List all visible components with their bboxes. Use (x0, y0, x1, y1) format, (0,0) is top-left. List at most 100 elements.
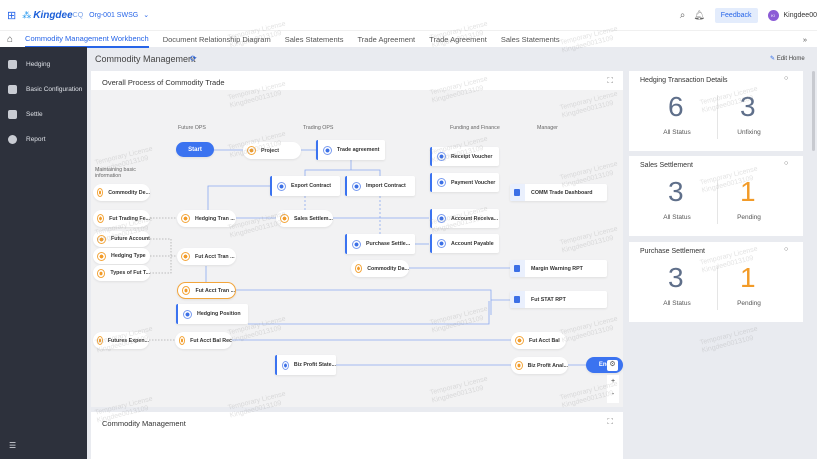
node-label: Trade agreement (337, 147, 380, 153)
process-op-icon (280, 214, 289, 223)
process-node[interactable]: Types of Fut T... (93, 265, 150, 281)
process-node[interactable]: Fut STAT RPT (510, 291, 607, 308)
process-node[interactable]: Commodity Da... (351, 260, 409, 277)
node-label: Account Receiva... (451, 215, 499, 222)
sidebar-item-settle[interactable]: Settle (0, 102, 87, 127)
cube-icon (8, 85, 17, 94)
node-label: Fut Acct Bal Rec (190, 337, 232, 344)
node-label: Commodity Da... (367, 265, 409, 272)
bottom-panel-title: Commodity Management (102, 419, 186, 428)
tab-document-diagram[interactable]: Document Relationship Diagram (163, 32, 271, 47)
settings-icon[interactable]: ⚙ (607, 360, 618, 371)
node-label: Purchase Settle... (366, 241, 411, 247)
sidebar: Hedging Basic Configuration Settle Repor… (0, 47, 87, 459)
user-name[interactable]: Kingdee00 (784, 12, 817, 19)
avatar[interactable]: KI (767, 9, 779, 21)
cube-icon (8, 60, 17, 69)
sidebar-item-report[interactable]: Report (0, 127, 87, 152)
refresh-icon[interactable]: ○ (784, 75, 788, 82)
process-node[interactable]: Fut Acct Tran ... (177, 248, 236, 265)
tab-trade-agreement[interactable]: Trade Agreement (357, 32, 415, 47)
folder-icon (437, 214, 446, 223)
refresh-icon[interactable]: ⟳ (190, 54, 197, 63)
refresh-icon[interactable]: ○ (784, 160, 788, 167)
edit-home-label: Edit Home (776, 56, 805, 62)
process-node[interactable]: Project (243, 142, 301, 159)
process-node[interactable]: Account Receiva... (430, 209, 499, 228)
watermark: Temporary License Kingdee0013109 (699, 325, 759, 355)
zoom-in-button[interactable]: + (607, 375, 619, 388)
count-all-label: All Status (663, 300, 691, 307)
expand-icon[interactable]: ⛶ (607, 76, 613, 86)
sidebar-item-hedging[interactable]: Hedging (0, 52, 87, 77)
org-selector[interactable]: Org-001 SWSG (89, 12, 138, 19)
node-label: Fut STAT RPT (531, 296, 566, 303)
process-node[interactable]: Receipt Voucher (430, 147, 499, 166)
process-node[interactable]: Hedging Position (176, 304, 248, 324)
process-node[interactable]: Hedging Type (93, 248, 150, 264)
column-label: Funding and Finance (450, 125, 500, 131)
process-node[interactable]: Hedging Tran ... (177, 210, 236, 227)
more-tabs-icon[interactable]: » (803, 35, 807, 44)
report-icon (510, 260, 525, 277)
tab-workbench[interactable]: Commodity Management Workbench (25, 31, 149, 48)
zoom-out-button[interactable]: - (607, 388, 619, 401)
count-all: 6 (668, 91, 684, 122)
process-node[interactable]: Commodity De... (93, 184, 150, 201)
page-title: Commodity Management (95, 54, 196, 64)
process-node[interactable]: Export Contract (270, 176, 340, 196)
folder-icon (277, 181, 286, 191)
process-node[interactable]: Margin Warning RPT (510, 260, 607, 277)
process-node[interactable]: Futures Expen... (93, 332, 149, 349)
tab-trade-agreement-2[interactable]: Trade Agreement (429, 32, 487, 47)
process-node[interactable]: Trade agreement (316, 140, 385, 160)
collapse-sidebar-icon[interactable]: ☰ (9, 441, 16, 450)
bell-icon[interactable]: 🔔︎ (693, 10, 704, 21)
sidebar-item-basic-configuration[interactable]: Basic Configuration (0, 77, 87, 102)
node-label: Commodity De... (108, 189, 150, 196)
home-icon[interactable]: ⌂ (7, 34, 13, 45)
tab-sales-statements[interactable]: Sales Statements (285, 32, 344, 47)
process-node[interactable]: Future Account (93, 231, 150, 247)
refresh-icon[interactable]: ○ (784, 246, 788, 253)
folder-icon (437, 178, 446, 187)
folder-icon (183, 309, 192, 319)
process-node[interactable]: Fut Acct Bal (511, 332, 566, 349)
column-label: Manager (537, 125, 558, 131)
search-icon[interactable]: ⌕ (680, 10, 686, 21)
feedback-button[interactable]: Feedback (714, 7, 758, 23)
folder-icon (437, 239, 446, 248)
process-node[interactable]: Fut Acct Tran ... (177, 282, 236, 299)
zoom-controls: + - (607, 375, 619, 403)
start-button[interactable]: Start (176, 142, 214, 157)
process-node[interactable]: COMM Trade Dashboard (510, 184, 607, 201)
process-node[interactable]: Fut Trading Fe... (93, 210, 150, 227)
chevron-down-icon[interactable]: ⌄ (143, 11, 149, 19)
process-node[interactable]: Fut Acct Bal Rec (175, 332, 232, 349)
expand-icon[interactable]: ⛶ (607, 417, 613, 427)
node-label: Export Contract (291, 183, 332, 189)
process-node[interactable]: Biz Profit State... (275, 355, 336, 375)
process-op-icon (181, 252, 190, 261)
folder-icon (352, 239, 361, 249)
process-node[interactable]: Payment Voucher (430, 173, 499, 192)
process-node[interactable]: Biz Profit Anal... (511, 357, 568, 374)
count-pending: 1 (740, 176, 756, 207)
edit-home-button[interactable]: ✎ Edit Home (770, 55, 805, 62)
process-op-icon (97, 214, 105, 223)
process-node[interactable]: Import Contract (345, 176, 415, 196)
tab-sales-statements-2[interactable]: Sales Statements (501, 32, 560, 47)
process-node[interactable]: Purchase Settle... (345, 234, 415, 254)
tab-bar: ⌂ Commodity Management Workbench Documen… (0, 30, 817, 48)
right-scrollbar[interactable] (812, 71, 815, 151)
process-op-icon (515, 336, 524, 345)
sidebar-label: Report (26, 136, 46, 143)
count-all-label: All Status (663, 129, 691, 136)
count-secondary-label: Unfixing (737, 129, 761, 136)
node-label: Future Account (111, 236, 150, 242)
process-node[interactable]: Account Payable (430, 234, 499, 253)
process-node[interactable]: Sales Settlem... (276, 210, 333, 227)
app-grid-icon[interactable]: ⊞ (7, 9, 16, 22)
node-label: Fut Trading Fe... (109, 215, 150, 222)
node-label: Types of Fut T... (110, 270, 150, 276)
